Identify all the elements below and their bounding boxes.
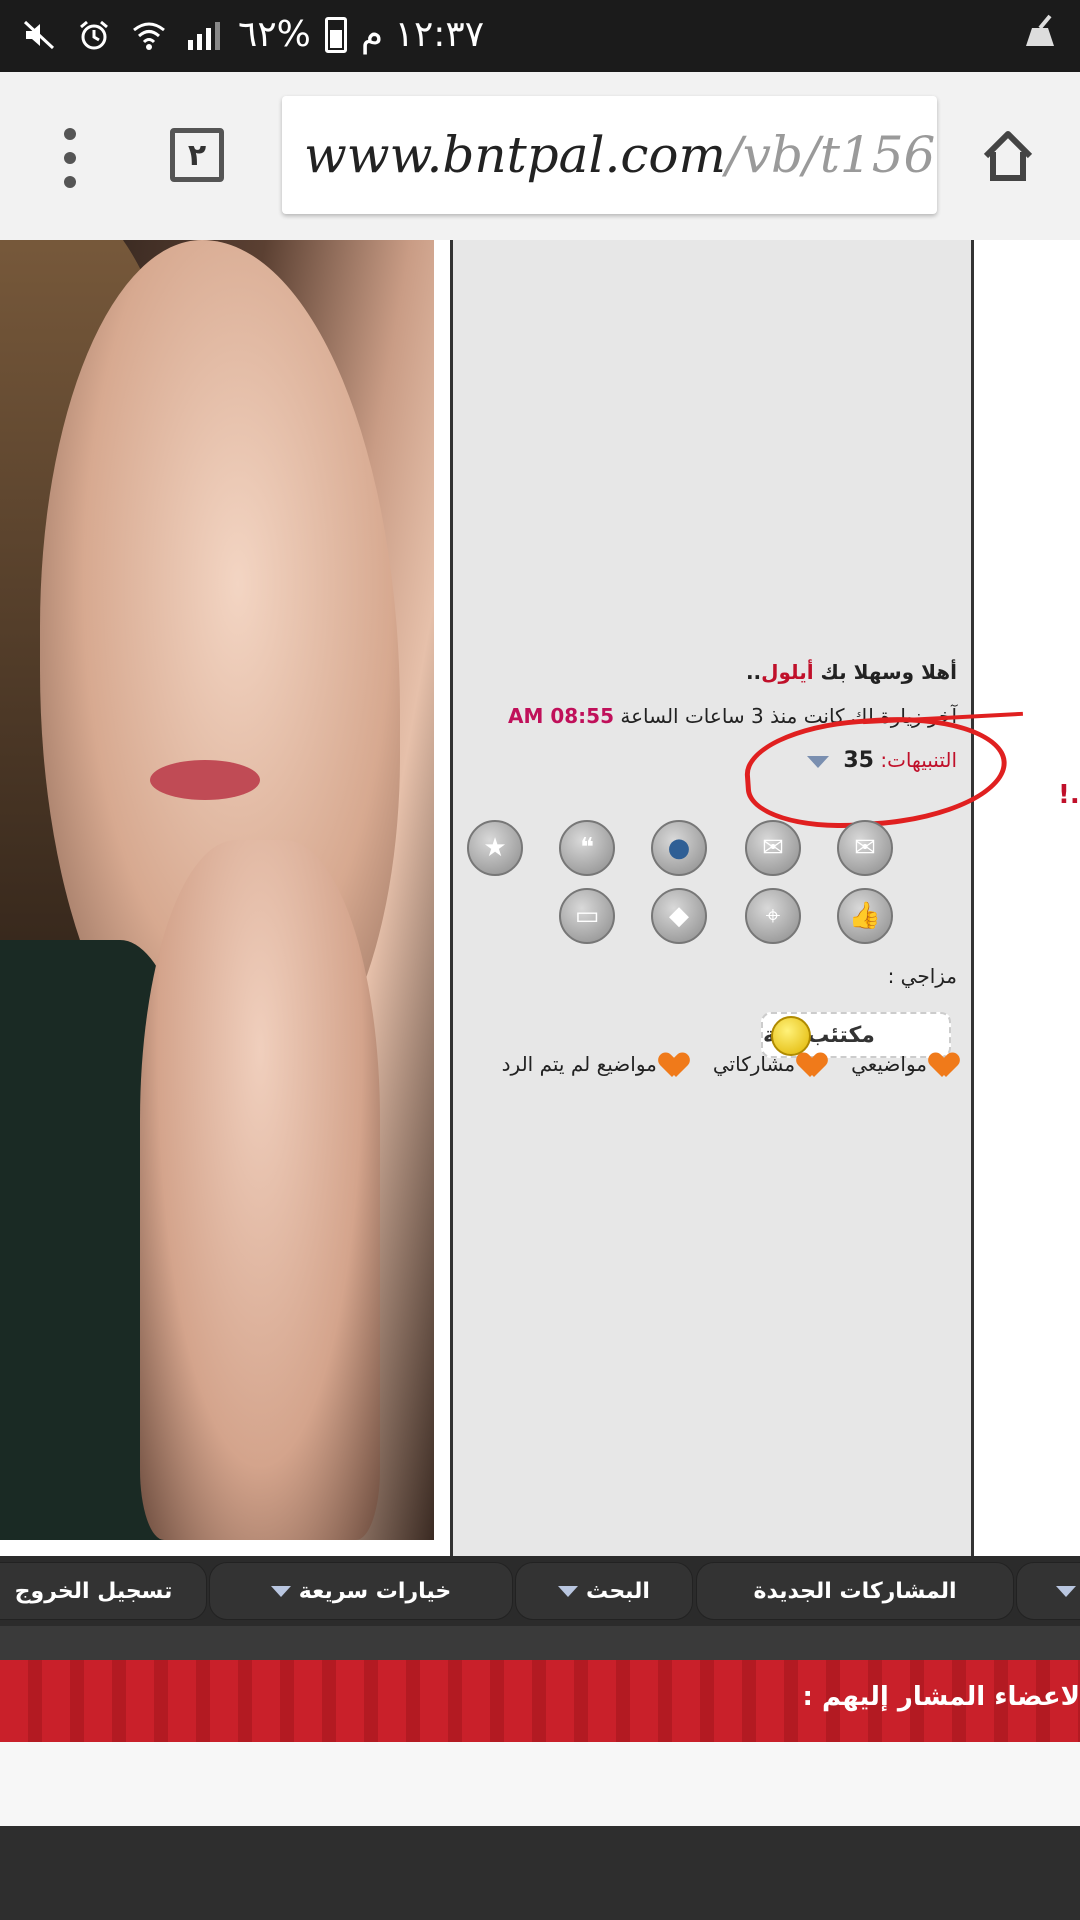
nav-partial-button[interactable]	[1016, 1562, 1080, 1620]
dropdown-arrow-icon	[270, 1585, 291, 1597]
overflow-menu-icon[interactable]	[52, 128, 88, 188]
quick-options-label: خيارات سريعة	[298, 1578, 452, 1604]
user-panel: أهلا وسهلا بك أيلول.. آخر زيارة لك كانت …	[450, 240, 1023, 1556]
header-photo	[0, 240, 434, 1540]
wifi-icon	[133, 22, 165, 50]
star-icon[interactable]: ★	[467, 820, 523, 876]
content-strip	[0, 1742, 1080, 1826]
alarm-icon	[80, 20, 108, 49]
logout-button[interactable]: تسجيل الخروج	[0, 1562, 207, 1620]
footer-area	[0, 1826, 1080, 1920]
url-bar[interactable]: www.bntpal.com/vb/t156	[282, 96, 937, 214]
mute-icon	[23, 20, 55, 49]
inbox-icon[interactable]: ✉	[837, 820, 893, 876]
tab-switcher-button[interactable]: ٢	[170, 128, 224, 182]
search-label: البحث	[586, 1578, 650, 1604]
signal-icon	[188, 21, 220, 50]
nav-sub-bar	[0, 1626, 1080, 1660]
clock: ١٢:٣٧ م	[360, 14, 485, 55]
heart-icon	[931, 1053, 957, 1079]
battery-icon	[324, 16, 347, 53]
last-visit-time: AM 08:55	[508, 704, 615, 728]
my-topics-link[interactable]: مواضيعي	[851, 1052, 957, 1079]
status-right	[1022, 14, 1058, 50]
dropdown-arrow-icon	[1056, 1585, 1076, 1597]
dropdown-arrow-icon	[558, 1585, 579, 1597]
profile-icon[interactable]: ●	[651, 820, 707, 876]
url-path: /vb/t156	[725, 126, 936, 184]
username-link[interactable]: أيلول	[761, 660, 813, 684]
banner-text: لاعضاء المشار إليهم :	[802, 1682, 1080, 1712]
browser-toolbar: ٢ www.bntpal.com/vb/t156	[0, 72, 1080, 240]
page-content: أهلا وسهلا بك أيلول.. آخر زيارة لك كانت …	[0, 240, 1080, 1556]
forum-navbar: المشاركات الجديدة البحث خيارات سريعة تسج…	[0, 1556, 1080, 1626]
welcome-suffix: ..	[745, 660, 762, 684]
cleaner-icon	[1026, 14, 1054, 46]
side-mark: !..	[1058, 780, 1080, 810]
welcome-prefix: أهلا وسهلا بك	[820, 660, 957, 684]
my-posts-link[interactable]: مشاركاتي	[713, 1052, 825, 1079]
sad-face-icon	[771, 1016, 811, 1056]
red-banner: لاعضاء المشار إليهم :	[0, 1660, 1080, 1742]
tag-icon[interactable]: ◆	[651, 888, 707, 944]
quick-options-button[interactable]: خيارات سريعة	[209, 1562, 513, 1620]
search-button[interactable]: البحث	[515, 1562, 693, 1620]
location-icon[interactable]: ⌖	[745, 888, 801, 944]
user-links: مواضيعي مشاركاتي مواضيع لم يتم الرد	[502, 1052, 957, 1079]
mail-icon[interactable]: ✉	[745, 820, 801, 876]
welcome-text: أهلا وسهلا بك أيلول..	[746, 660, 957, 684]
like-icon[interactable]: 👍	[837, 888, 893, 944]
home-icon[interactable]	[980, 128, 1036, 184]
heart-icon	[661, 1053, 687, 1079]
chat-icon[interactable]: ❝	[559, 820, 615, 876]
status-left: ١٢:٣٧ م %٦٢	[22, 14, 484, 55]
mood-label: مزاجي :	[887, 964, 957, 988]
battery-percent: %٦٢	[238, 14, 311, 55]
unanswered-topics-link[interactable]: مواضيع لم يتم الرد	[502, 1052, 687, 1079]
status-bar: ١٢:٣٧ م %٦٢	[0, 0, 1080, 72]
new-posts-label: المشاركات الجديدة	[753, 1578, 957, 1604]
new-posts-button[interactable]: المشاركات الجديدة	[696, 1562, 1014, 1620]
comment-icon[interactable]: ▭	[559, 888, 615, 944]
logout-label: تسجيل الخروج	[14, 1578, 173, 1604]
heart-icon	[799, 1053, 825, 1079]
url-domain: www.bntpal.com	[304, 126, 726, 184]
